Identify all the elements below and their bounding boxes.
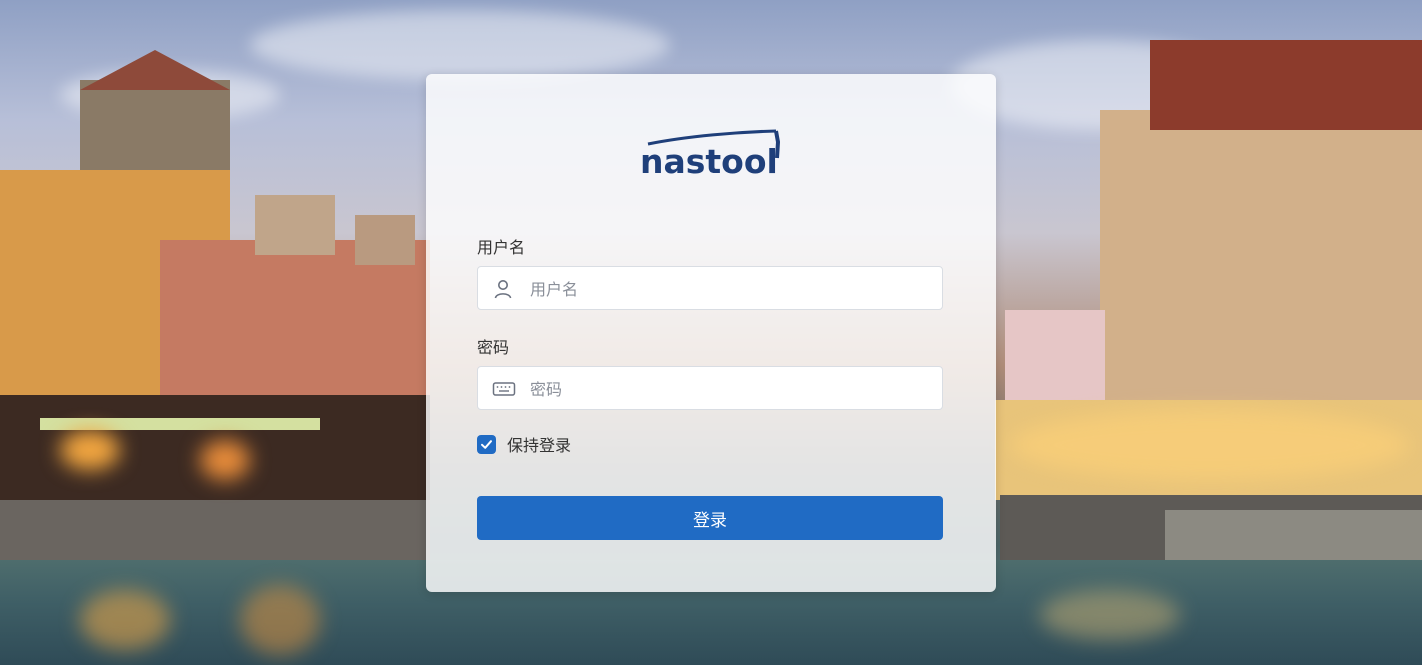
- remember-checkbox[interactable]: [477, 434, 496, 454]
- login-button[interactable]: 登录: [477, 496, 943, 540]
- password-label: 密码: [477, 338, 510, 357]
- login-card: nastool 用户名 密码: [426, 74, 996, 592]
- nastool-logo: nastool: [638, 128, 788, 181]
- remember-label: 保持登录: [507, 436, 572, 455]
- password-input[interactable]: [528, 367, 932, 411]
- username-label: 用户名: [477, 238, 526, 257]
- user-icon: [492, 278, 514, 300]
- remember-me[interactable]: 保持登录: [477, 432, 571, 456]
- check-icon: [481, 439, 492, 449]
- logo-text: nastool: [640, 142, 778, 181]
- keyboard-icon: [492, 378, 516, 400]
- username-field[interactable]: [477, 266, 943, 311]
- username-input[interactable]: [528, 267, 932, 311]
- password-field[interactable]: [477, 366, 943, 411]
